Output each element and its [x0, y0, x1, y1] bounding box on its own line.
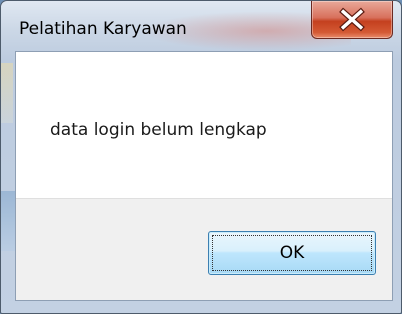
window-title: Pelatihan Karyawan [19, 19, 187, 39]
title-bar[interactable]: Pelatihan Karyawan [1, 1, 401, 51]
message-area: data login belum lengkap [16, 52, 392, 198]
ok-button-label: OK [279, 243, 305, 263]
message-text: data login belum lengkap [50, 120, 267, 140]
glass-reflection [1, 191, 15, 251]
close-button[interactable] [311, 1, 393, 39]
button-panel: OK [16, 198, 392, 300]
close-icon [339, 7, 365, 32]
message-dialog: Pelatihan Karyawan data login belum leng… [0, 0, 402, 314]
glass-reflection [1, 63, 13, 123]
ok-button[interactable]: OK [208, 231, 376, 275]
dialog-content: data login belum lengkap OK [15, 51, 393, 301]
